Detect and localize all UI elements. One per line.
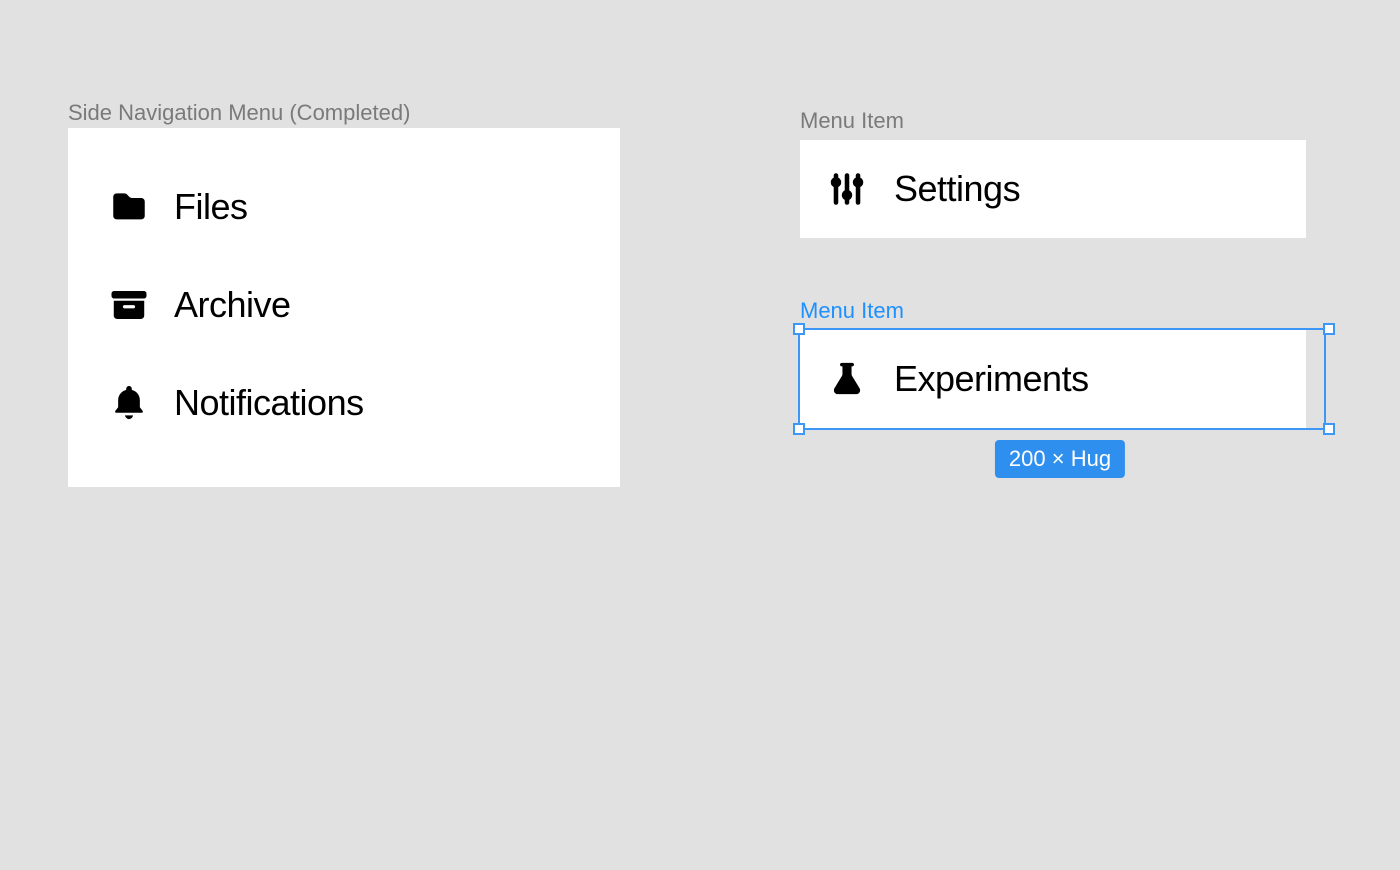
menu-item-label: Settings	[894, 168, 1020, 210]
menu-item-experiments[interactable]: Experiments	[800, 330, 1306, 428]
selection-size-badge: 200 × Hug	[995, 440, 1125, 478]
flask-icon	[826, 358, 868, 400]
sidenav-item-label: Archive	[174, 284, 291, 326]
bell-icon	[108, 382, 150, 424]
menu-item-label: Experiments	[894, 358, 1089, 400]
archive-icon	[108, 284, 150, 326]
frame-label-menu-item-selected: Menu Item	[800, 298, 1320, 324]
sliders-icon	[826, 168, 868, 210]
selection-handle-top-right[interactable]	[1323, 323, 1335, 335]
frame-label-menu-item: Menu Item	[800, 108, 1320, 134]
sidenav-item-label: Notifications	[174, 382, 364, 424]
frame-label-sidenav: Side Navigation Menu (Completed)	[68, 100, 410, 126]
sidenav-item-archive[interactable]: Archive	[68, 256, 620, 354]
sidenav-frame[interactable]: Files Archive Notifications	[68, 128, 620, 487]
selected-frame-wrapper: Experiments 200 × Hug	[800, 330, 1320, 428]
menu-item-settings[interactable]: Settings	[800, 140, 1306, 238]
sidenav-item-files[interactable]: Files	[68, 158, 620, 256]
selection-handle-bottom-right[interactable]	[1323, 423, 1335, 435]
folder-icon	[108, 186, 150, 228]
sidenav-item-label: Files	[174, 186, 248, 228]
sidenav-item-notifications[interactable]: Notifications	[68, 354, 620, 452]
